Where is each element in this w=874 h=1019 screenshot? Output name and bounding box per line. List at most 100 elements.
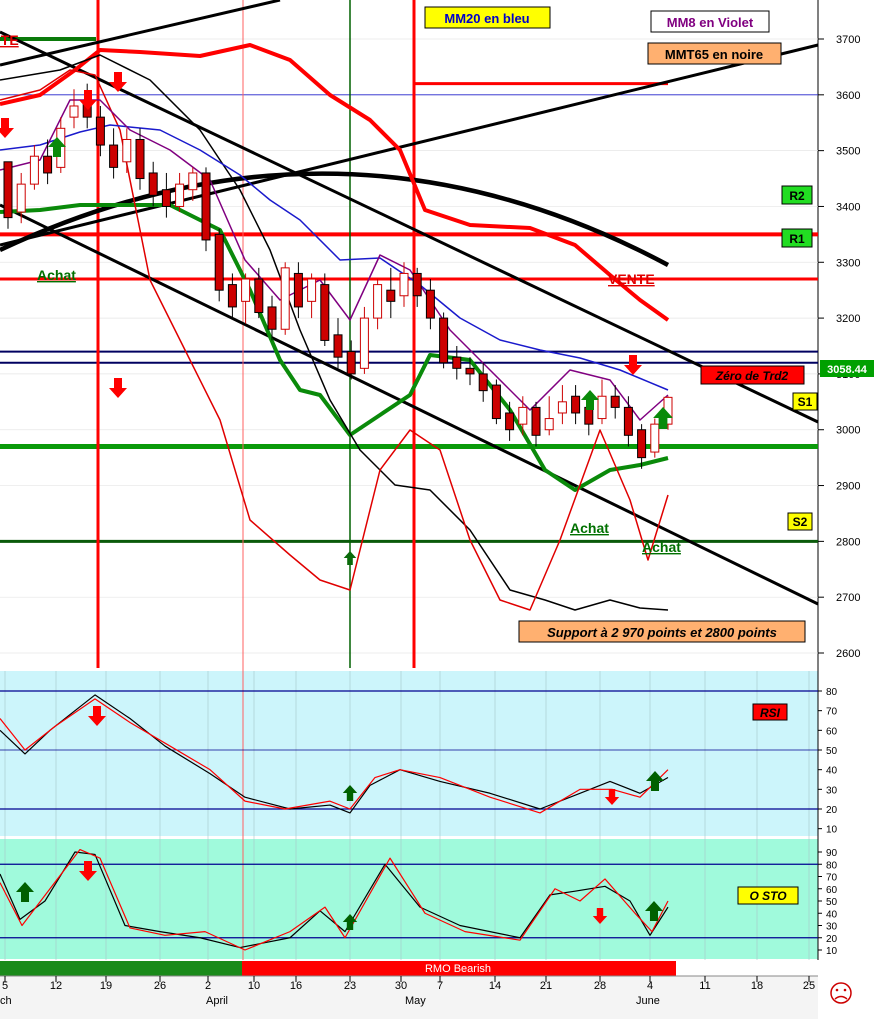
candle-body-15 bbox=[201, 172, 211, 241]
chart: 3700360035003400330032003100300029002800… bbox=[0, 0, 874, 1019]
candle-body-31 bbox=[412, 272, 422, 297]
sto-tick-label: 50 bbox=[826, 897, 838, 908]
candle-body-46 bbox=[610, 395, 620, 408]
x-tick-label: 21 bbox=[540, 980, 552, 992]
candle-body-48 bbox=[637, 429, 647, 459]
candle-body-10 bbox=[135, 138, 145, 180]
x-tick-label: 28 bbox=[594, 980, 606, 992]
x-tick-label: 14 bbox=[489, 980, 501, 992]
rsi-tick-label: 30 bbox=[826, 785, 838, 796]
candle-body-45 bbox=[597, 395, 607, 420]
candle-body-40 bbox=[531, 406, 541, 436]
x-tick-label: 10 bbox=[248, 980, 260, 992]
candle-body-1 bbox=[16, 183, 26, 213]
y-tick-label: 2800 bbox=[836, 536, 860, 548]
candle-body-27 bbox=[359, 317, 369, 369]
candle-body-30 bbox=[399, 272, 409, 297]
r2-label: R2 bbox=[789, 189, 805, 203]
sto-tick-label: 80 bbox=[826, 860, 838, 871]
x-tick-label: 25 bbox=[803, 980, 815, 992]
sad-face-icon[interactable] bbox=[830, 982, 852, 1004]
candle-body-11 bbox=[148, 172, 158, 196]
x-tick-label: 16 bbox=[290, 980, 302, 992]
y-tick-label: 2700 bbox=[836, 592, 860, 604]
rsi-tick-label: 40 bbox=[826, 766, 838, 777]
candle-body-35 bbox=[465, 367, 475, 375]
candle-body-42 bbox=[557, 401, 567, 414]
x-tick-label: 18 bbox=[751, 980, 763, 992]
y-tick-label: 3200 bbox=[836, 313, 860, 325]
sto-tick-label: 60 bbox=[826, 885, 838, 896]
annotation-achat-mid: Achat bbox=[570, 520, 609, 536]
candle-body-49 bbox=[650, 423, 660, 453]
candle-body-33 bbox=[439, 317, 449, 364]
candle-body-7 bbox=[95, 116, 105, 146]
candle-body-23 bbox=[307, 278, 317, 302]
candle-body-20 bbox=[267, 306, 277, 330]
candle-body-8 bbox=[109, 144, 119, 168]
sto-tick-label: 90 bbox=[826, 848, 838, 859]
rsi-tick-label: 70 bbox=[826, 707, 838, 718]
sto-tick-label: 30 bbox=[826, 922, 838, 933]
candle-body-43 bbox=[571, 395, 581, 414]
candle-body-38 bbox=[505, 412, 515, 431]
sto-tick-label: 20 bbox=[826, 934, 838, 945]
candle-body-36 bbox=[478, 373, 488, 392]
candle-body-21 bbox=[280, 267, 290, 330]
x-tick-label: 2 bbox=[205, 980, 211, 992]
y-tick-label: 3300 bbox=[836, 257, 860, 269]
candle-body-39 bbox=[518, 406, 528, 425]
sto-tick-label: 70 bbox=[826, 873, 838, 884]
annotation-achat-right: Achat bbox=[642, 539, 681, 555]
candle-body-47 bbox=[623, 406, 633, 436]
candle-body-0 bbox=[3, 161, 13, 219]
y-tick-label: 3600 bbox=[836, 90, 860, 102]
price-panel-bg bbox=[0, 0, 818, 668]
candle-body-41 bbox=[544, 418, 554, 431]
candle-body-9 bbox=[122, 138, 132, 163]
candle-body-34 bbox=[452, 356, 462, 369]
candle-body-28 bbox=[373, 284, 383, 319]
x-tick-label: 23 bbox=[344, 980, 356, 992]
candle-body-32 bbox=[425, 289, 435, 319]
x-tick-label: 4 bbox=[647, 980, 653, 992]
rsi-tick-label: 20 bbox=[826, 805, 838, 816]
y-tick-label: 2600 bbox=[836, 648, 860, 660]
candle-body-3 bbox=[43, 155, 53, 174]
candle-body-18 bbox=[241, 278, 251, 302]
sto-tick-label: 10 bbox=[826, 946, 838, 957]
annotation-vente-top: VENTE bbox=[0, 32, 19, 48]
rsi-panel-bg bbox=[0, 671, 818, 836]
rmo-green-bar bbox=[0, 961, 242, 976]
rsi-tick-label: 50 bbox=[826, 746, 838, 757]
x-tick-label: 11 bbox=[699, 980, 710, 992]
annotation-support: Support à 2 970 points et 2800 points bbox=[547, 625, 777, 640]
month-label-may: May bbox=[405, 995, 426, 1007]
rsi-tick-label: 80 bbox=[826, 687, 838, 698]
candle-body-25 bbox=[333, 334, 343, 358]
candle-body-24 bbox=[320, 284, 330, 341]
candle-body-19 bbox=[254, 278, 264, 314]
annotation-zero-trd2: Zéro de Trd2 bbox=[715, 369, 789, 383]
rsi-tick-label: 60 bbox=[826, 726, 838, 737]
month-label-april: April bbox=[206, 995, 228, 1007]
candle-body-2 bbox=[29, 155, 39, 185]
candle-body-37 bbox=[491, 384, 501, 420]
sto-panel-bg bbox=[0, 839, 818, 959]
y-tick-label: 3700 bbox=[836, 34, 860, 46]
candle-body-14 bbox=[188, 172, 198, 191]
candle-body-13 bbox=[175, 183, 185, 207]
y-tick-label: 2900 bbox=[836, 481, 860, 493]
x-tick-label: 5 bbox=[2, 980, 8, 992]
y-tick-label: 3500 bbox=[836, 146, 860, 158]
candle-body-12 bbox=[161, 189, 171, 207]
r1-label: R1 bbox=[789, 232, 805, 246]
month-label-june: June bbox=[636, 995, 660, 1007]
candle-body-17 bbox=[227, 284, 237, 308]
sto-tick-label: 40 bbox=[826, 909, 838, 920]
annotation-vente-mid: VENTE bbox=[608, 271, 655, 287]
candle-body-16 bbox=[214, 233, 224, 291]
candle-body-5 bbox=[69, 105, 79, 118]
s1-label: S1 bbox=[798, 395, 813, 409]
y-tick-label: 3000 bbox=[836, 425, 860, 437]
